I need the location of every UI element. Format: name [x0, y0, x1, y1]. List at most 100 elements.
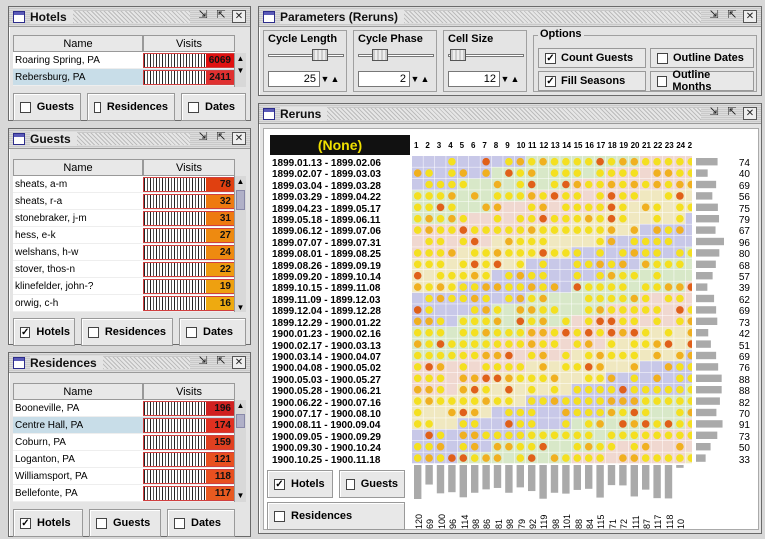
guests-scrollbar[interactable]: ▲ ▼	[234, 176, 246, 312]
date-range[interactable]: 1899.09.20 - 1899.10.14	[272, 272, 414, 283]
slider-knob[interactable]	[312, 49, 328, 61]
slider-knob[interactable]	[372, 49, 388, 61]
checkbox-checked-icon[interactable]: ✓	[20, 326, 31, 338]
table-row[interactable]: stonebraker, j-m 31	[13, 210, 235, 227]
table-row[interactable]: sheats, r-a 32	[13, 193, 235, 210]
hotels-titlebar[interactable]: Hotels ⇲ ⇱ ✕	[9, 7, 250, 27]
date-range[interactable]: 1899.06.12 - 1899.07.06	[272, 226, 414, 237]
table-row[interactable]: klinefelder, john-? 19	[13, 278, 235, 295]
checkbox-icon[interactable]	[274, 510, 285, 522]
scroll-down-icon[interactable]: ▼	[235, 302, 246, 314]
checkbox-checked-icon[interactable]: ✓	[545, 75, 556, 87]
checkbox-icon[interactable]	[174, 517, 185, 529]
checkbox-checked-icon[interactable]: ✓	[274, 478, 285, 490]
close-icon[interactable]: ✕	[232, 10, 246, 23]
date-range[interactable]: 1899.03.04 - 1899.03.28	[272, 181, 414, 192]
cycle-phase-stepper[interactable]: 2 ▼ ▲	[358, 71, 430, 87]
option-outline-dates[interactable]: Outline Dates	[650, 48, 754, 68]
date-range[interactable]: 1899.08.01 - 1899.08.25	[272, 249, 414, 260]
table-row[interactable]: Roaring Spring, PA 6069	[13, 52, 235, 69]
toggle-hotels[interactable]: ✓ Hotels	[13, 509, 83, 537]
visits-column-header[interactable]: Visits	[143, 35, 235, 52]
date-range[interactable]: 1899.02.07 - 1899.03.03	[272, 169, 414, 180]
checkbox-icon[interactable]	[186, 326, 197, 338]
date-range[interactable]: 1900.04.08 - 1900.05.02	[272, 363, 414, 374]
date-range[interactable]: 1900.08.11 - 1900.09.04	[272, 420, 414, 431]
checkbox-icon[interactable]	[88, 326, 99, 338]
table-row[interactable]: sheats, a-m 78	[13, 176, 235, 193]
rerun-grid[interactable]	[412, 156, 692, 466]
date-range[interactable]: 1900.02.17 - 1900.03.13	[272, 341, 414, 352]
toggle-guests[interactable]: Guests	[339, 470, 405, 498]
date-range[interactable]: 1899.08.26 - 1899.09.19	[272, 261, 414, 272]
maximize-icon[interactable]: ⇱	[725, 107, 739, 120]
minimize-icon[interactable]: ⇲	[707, 107, 721, 120]
guests-titlebar[interactable]: Guests ⇲ ⇱ ✕	[9, 129, 250, 149]
maximize-icon[interactable]: ⇱	[214, 10, 228, 23]
visits-column-header[interactable]: Visits	[143, 159, 235, 176]
table-row[interactable]: Bellefonte, PA 117	[13, 485, 235, 502]
table-row[interactable]: Booneville, PA 196	[13, 400, 235, 417]
decrement-icon[interactable]: ▼	[410, 74, 420, 84]
date-range[interactable]: 1899.04.23 - 1899.05.17	[272, 204, 414, 215]
date-range[interactable]: 1900.07.17 - 1900.08.10	[272, 409, 414, 420]
date-range[interactable]: 1899.07.07 - 1899.07.31	[272, 238, 414, 249]
option-fill-seasons[interactable]: ✓ Fill Seasons	[538, 71, 646, 91]
date-range[interactable]: 1900.06.22 - 1900.07.16	[272, 398, 414, 409]
toggle-guests[interactable]: Guests	[13, 93, 81, 121]
decrement-icon[interactable]: ▼	[500, 74, 510, 84]
date-range[interactable]: 1900.01.23 - 1900.02.16	[272, 329, 414, 340]
minimize-icon[interactable]: ⇲	[196, 10, 210, 23]
checkbox-icon[interactable]	[96, 517, 107, 529]
date-range[interactable]: 1899.03.29 - 1899.04.22	[272, 192, 414, 203]
scroll-thumb[interactable]	[236, 414, 245, 428]
checkbox-icon[interactable]	[657, 75, 668, 87]
residences-titlebar[interactable]: Residences ⇲ ⇱ ✕	[9, 353, 250, 373]
option-count-guests[interactable]: ✓ Count Guests	[538, 48, 646, 68]
cycle-length-value[interactable]: 25	[268, 71, 320, 87]
close-icon[interactable]: ✕	[743, 10, 757, 23]
minimize-icon[interactable]: ⇲	[707, 10, 721, 23]
toggle-hotels[interactable]: ✓ Hotels	[13, 318, 75, 346]
checkbox-checked-icon[interactable]: ✓	[20, 517, 31, 529]
date-range[interactable]: 1900.05.28 - 1900.06.21	[272, 386, 414, 397]
close-icon[interactable]: ✕	[743, 107, 757, 120]
table-row[interactable]: Williamsport, PA 118	[13, 468, 235, 485]
date-range[interactable]: 1900.03.14 - 1900.04.07	[272, 352, 414, 363]
slider-knob[interactable]	[450, 49, 466, 61]
increment-icon[interactable]: ▲	[420, 74, 430, 84]
cell-size-slider[interactable]	[448, 49, 524, 61]
toggle-residences[interactable]: Residences	[267, 502, 405, 530]
reruns-titlebar[interactable]: Reruns ⇲ ⇱ ✕	[259, 104, 761, 124]
none-selection-label[interactable]: (None)	[270, 135, 410, 155]
toggle-residences[interactable]: Residences	[81, 318, 173, 346]
date-range[interactable]: 1899.05.18 - 1899.06.11	[272, 215, 414, 226]
checkbox-checked-icon[interactable]: ✓	[545, 52, 556, 64]
date-range[interactable]: 1899.11.09 - 1899.12.03	[272, 295, 414, 306]
toggle-guests[interactable]: Guests	[89, 509, 161, 537]
minimize-icon[interactable]: ⇲	[196, 132, 210, 145]
cycle-phase-slider[interactable]	[358, 49, 434, 61]
scroll-up-icon[interactable]: ▲	[235, 176, 246, 188]
name-column-header[interactable]: Name	[13, 35, 143, 52]
minimize-icon[interactable]: ⇲	[196, 356, 210, 369]
close-icon[interactable]: ✕	[232, 356, 246, 369]
residences-scrollbar[interactable]: ▲ ▼	[234, 400, 246, 502]
date-range[interactable]: 1900.09.30 - 1900.10.24	[272, 443, 414, 454]
increment-icon[interactable]: ▲	[330, 74, 340, 84]
date-range[interactable]: 1900.10.25 - 1900.11.18	[272, 455, 414, 466]
maximize-icon[interactable]: ⇱	[214, 132, 228, 145]
cell-size-stepper[interactable]: 12 ▼ ▲	[448, 71, 520, 87]
toggle-dates[interactable]: Dates	[167, 509, 235, 537]
hotels-scrollbar[interactable]: ▲ ▼	[234, 53, 246, 87]
checkbox-icon[interactable]	[188, 101, 199, 113]
scroll-up-icon[interactable]: ▲	[235, 53, 246, 65]
increment-icon[interactable]: ▲	[510, 74, 520, 84]
date-range[interactable]: 1900.09.05 - 1900.09.29	[272, 432, 414, 443]
table-row[interactable]: orwig, c-h 16	[13, 295, 235, 312]
table-row[interactable]: welshans, h-w 24	[13, 244, 235, 261]
table-row[interactable]: Rebersburg, PA 2411	[13, 69, 235, 86]
table-row[interactable]: Centre Hall, PA 174	[13, 417, 235, 434]
scroll-thumb[interactable]	[236, 190, 245, 210]
checkbox-icon[interactable]	[20, 101, 31, 113]
